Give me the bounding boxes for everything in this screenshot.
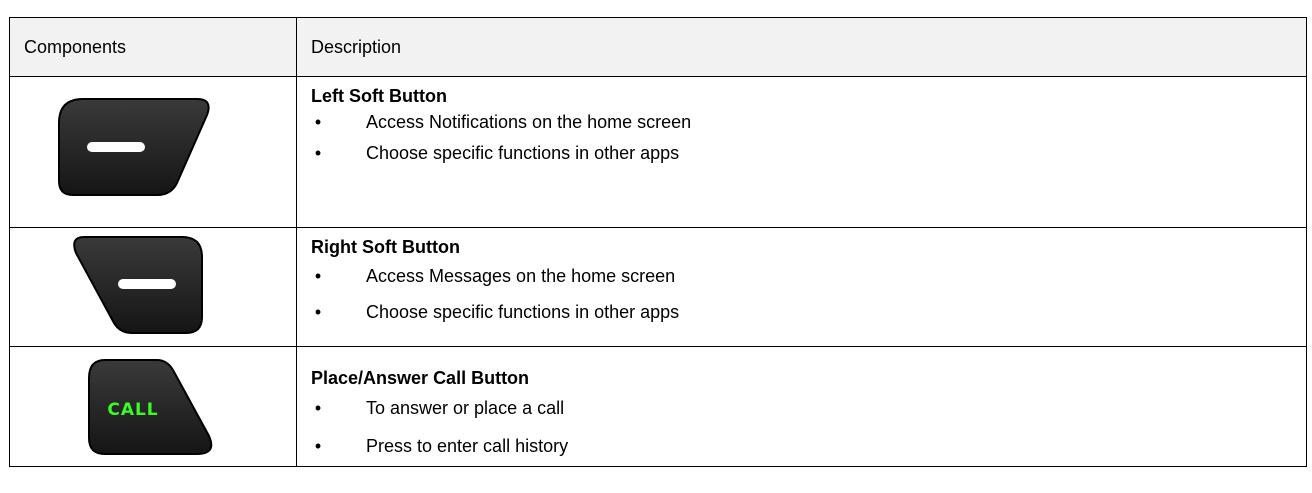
table-row: Left Soft Button • Access Notifications o… <box>9 76 1307 228</box>
list-item-text: Access Notifications on the home screen <box>366 112 692 132</box>
table-header-row: Components Description <box>9 17 1307 77</box>
list-item: • Choose specific functions in other apps <box>311 294 1306 330</box>
bullet-symbol: • <box>314 436 322 456</box>
components-table: Components Description Left Soft Button … <box>9 17 1307 467</box>
component-title: Place/Answer Call Button <box>311 368 530 388</box>
component-image-cell <box>9 227 297 347</box>
list-item-text: To answer or place a call <box>366 398 565 418</box>
bullet-symbol: • <box>314 143 322 163</box>
bullet-symbol: • <box>314 398 322 418</box>
component-title: Left Soft Button <box>311 86 447 106</box>
header-description: Description <box>296 17 1307 77</box>
table-row: CALL Place/Answer Call Button • To answer… <box>9 346 1307 467</box>
list-item: • Choose specific functions in other apps <box>311 138 1306 169</box>
list-item: • Access Messages on the home screen <box>311 258 1306 294</box>
left-soft-button-icon <box>58 98 210 196</box>
list-item-text: Choose specific functions in other apps <box>366 302 680 322</box>
component-description-cell: Right Soft Button • Access Messages on th… <box>296 227 1307 347</box>
list-item: • To answer or place a call <box>311 389 1306 427</box>
list-item-text: Choose specific functions in other apps <box>366 143 680 163</box>
bullet-symbol: • <box>314 112 322 132</box>
list-item-text: Access Messages on the home screen <box>366 266 676 286</box>
component-description-cell: Left Soft Button • Access Notifications o… <box>296 76 1307 228</box>
bullet-list: • Access Messages on the home screen • Cho… <box>311 258 1306 330</box>
table-row: Right Soft Button • Access Messages on th… <box>9 227 1307 347</box>
component-image-cell <box>9 76 297 228</box>
list-item: • Press to enter call history <box>311 427 1306 465</box>
call-button-icon: CALL <box>88 359 213 455</box>
list-item-text: Press to enter call history <box>366 436 569 456</box>
bullet-list: • Access Notifications on the home screen… <box>311 107 1306 169</box>
bullet-symbol: • <box>314 266 322 286</box>
bullet-symbol: • <box>314 302 322 322</box>
right-soft-button-icon <box>73 236 203 334</box>
header-components: Components <box>9 17 297 77</box>
bullet-list: • To answer or place a call • Press to ent… <box>311 389 1306 465</box>
list-item: • Access Notifications on the home screen <box>311 107 1306 138</box>
component-image-cell: CALL <box>9 346 297 467</box>
call-button-label: CALL <box>107 400 158 420</box>
component-title: Right Soft Button <box>311 237 460 257</box>
component-description-cell: Place/Answer Call Button • To answer or p… <box>296 346 1307 467</box>
